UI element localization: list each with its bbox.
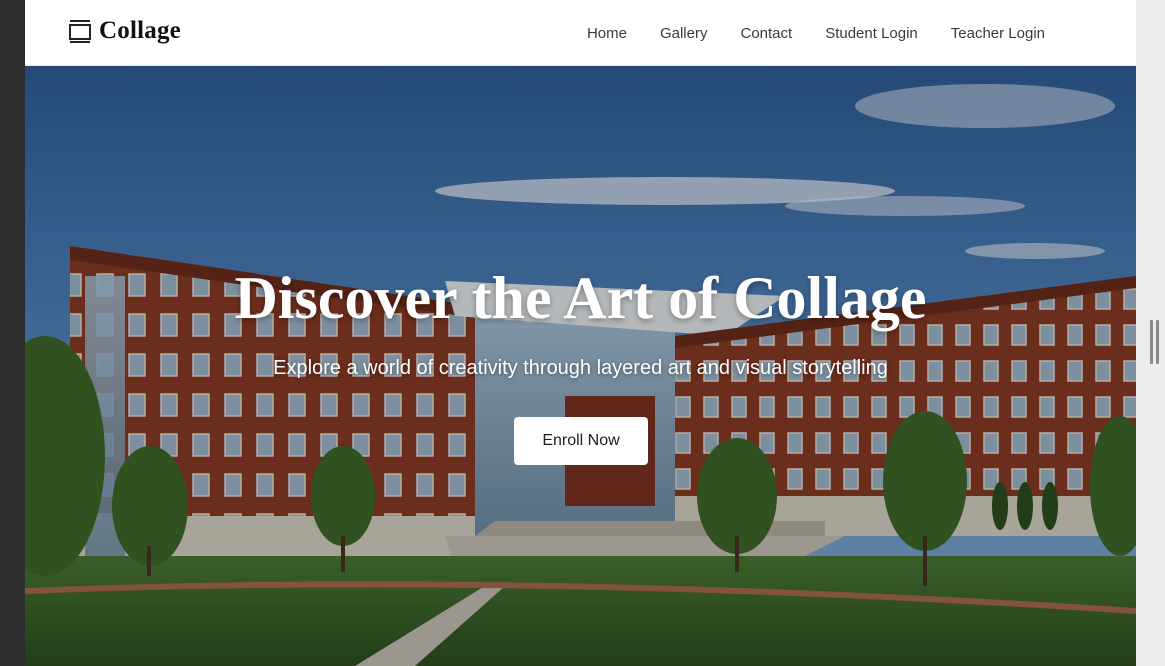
window-left-edge [0,0,25,666]
scroll-grip [1149,320,1153,364]
nav-link-gallery[interactable]: Gallery [660,25,708,42]
scroll-grip [1155,320,1159,364]
navbar: Collage Home Gallery Contact Student Log… [25,0,1136,66]
brand-logo[interactable]: Collage [69,17,181,45]
brand-name: Collage [99,17,181,44]
hero-title: Discover the Art of Collage [234,265,927,331]
hero-section: Discover the Art of Collage Explore a wo… [25,66,1136,666]
scroll-handle[interactable] [1149,320,1159,364]
page-viewport: Collage Home Gallery Contact Student Log… [25,0,1136,666]
nav-link-teacher-login[interactable]: Teacher Login [951,25,1045,42]
nav-link-contact[interactable]: Contact [740,25,792,42]
gallery-icon [69,20,91,43]
hero-subtitle: Explore a world of creativity through la… [273,357,888,379]
nav-link-student-login[interactable]: Student Login [825,25,918,42]
nav-menu: Home Gallery Contact Student Login Teach… [587,0,1045,66]
enroll-now-button[interactable]: Enroll Now [514,417,648,465]
nav-link-home[interactable]: Home [587,25,627,42]
